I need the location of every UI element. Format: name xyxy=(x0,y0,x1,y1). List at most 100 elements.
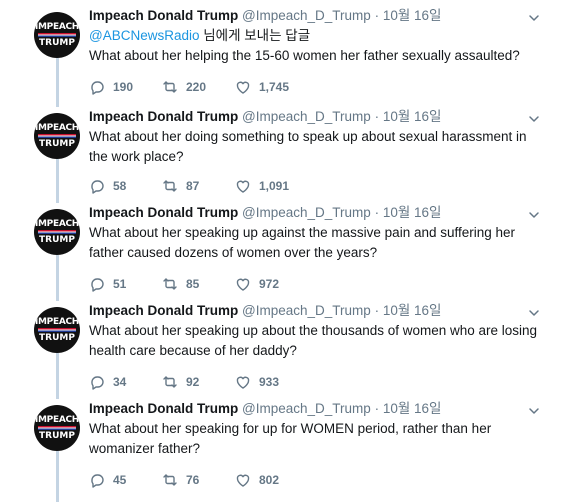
avatar-text-bottom: TRUMP xyxy=(39,38,75,48)
tweet-date[interactable]: 10월 16일 xyxy=(383,8,442,23)
avatar[interactable]: IMPEACH TRUMP xyxy=(34,209,80,255)
author-handle[interactable]: @Impeach_D_Trump xyxy=(242,205,371,220)
retweet-icon[interactable] xyxy=(162,276,178,292)
tweet-thread: IMPEACH TRUMP Impeach Donald Trump @Impeac… xyxy=(0,0,580,502)
retweet-button[interactable]: 87 xyxy=(162,178,235,194)
heart-icon[interactable] xyxy=(235,79,251,95)
avatar[interactable]: IMPEACH TRUMP xyxy=(34,405,80,451)
tweet-header: Impeach Donald Trump @Impeach_D_Trump · … xyxy=(89,301,540,321)
retweet-icon[interactable] xyxy=(162,178,178,194)
tweet-date[interactable]: 10월 16일 xyxy=(383,401,442,416)
like-count: 972 xyxy=(259,277,280,291)
retweet-icon[interactable] xyxy=(162,472,178,488)
reply-button[interactable]: 34 xyxy=(89,374,162,390)
like-count: 1,745 xyxy=(259,80,290,94)
tweet-header: Impeach Donald Trump @Impeach_D_Trump · … xyxy=(89,203,540,223)
tweet-date[interactable]: 10월 16일 xyxy=(383,303,442,318)
retweet-button[interactable]: 85 xyxy=(162,276,235,292)
author-handle[interactable]: @Impeach_D_Trump xyxy=(242,303,371,318)
retweet-count: 87 xyxy=(186,179,200,193)
author-name[interactable]: Impeach Donald Trump xyxy=(89,205,238,220)
reply-count: 51 xyxy=(113,277,127,291)
heart-icon[interactable] xyxy=(235,276,251,292)
author-name[interactable]: Impeach Donald Trump xyxy=(89,8,238,23)
tweet-text-line: What about her doing something to speak … xyxy=(89,129,527,144)
reply-icon[interactable] xyxy=(89,472,105,488)
reply-button[interactable]: 190 xyxy=(89,79,162,95)
tweet-text-line: the work place? xyxy=(89,149,184,164)
mention-link[interactable]: @ABCNewsRadio xyxy=(89,28,200,43)
retweet-button[interactable]: 220 xyxy=(162,79,235,95)
retweet-icon[interactable] xyxy=(162,374,178,390)
like-button[interactable]: 933 xyxy=(235,374,308,390)
heart-icon[interactable] xyxy=(235,178,251,194)
retweet-count: 220 xyxy=(186,80,207,94)
tweet-text-line: What about her helping the 15-60 women h… xyxy=(89,48,520,63)
author-handle[interactable]: @Impeach_D_Trump xyxy=(242,8,371,23)
reply-context: @ABCNewsRadio 님에게 보내는 답글 xyxy=(89,26,540,46)
reply-button[interactable]: 45 xyxy=(89,472,162,488)
separator-dot: · xyxy=(370,303,383,318)
reply-icon[interactable] xyxy=(89,374,105,390)
retweet-count: 85 xyxy=(186,277,200,291)
avatar[interactable]: IMPEACH TRUMP xyxy=(34,113,80,159)
tweet-text: What about her speaking up about the tho… xyxy=(89,321,540,361)
tweet-date[interactable]: 10월 16일 xyxy=(383,109,442,124)
tweet-header: Impeach Donald Trump @Impeach_D_Trump · … xyxy=(89,399,540,419)
tweet-content: Impeach Donald Trump @Impeach_D_Trump · … xyxy=(89,301,540,361)
tweet-header: Impeach Donald Trump @Impeach_D_Trump · … xyxy=(89,6,540,26)
reply-button[interactable]: 58 xyxy=(89,178,162,194)
author-handle[interactable]: @Impeach_D_Trump xyxy=(242,401,371,416)
chevron-down-icon[interactable] xyxy=(526,305,542,321)
like-button[interactable]: 1,091 xyxy=(235,178,308,194)
retweet-button[interactable]: 92 xyxy=(162,374,235,390)
reply-icon[interactable] xyxy=(89,276,105,292)
heart-icon[interactable] xyxy=(235,374,251,390)
author-name[interactable]: Impeach Donald Trump xyxy=(89,109,238,124)
reply-icon[interactable] xyxy=(89,178,105,194)
chevron-down-icon[interactable] xyxy=(526,207,542,223)
avatar-text-bottom: TRUMP xyxy=(39,235,75,245)
tweet-actions: 58 87 1,091 xyxy=(89,178,308,194)
avatar-flag-stripe xyxy=(38,426,76,430)
chevron-down-icon[interactable] xyxy=(526,111,542,127)
tweet-text-line: father caused dozens of women over the y… xyxy=(89,245,378,260)
tweet-content: Impeach Donald Trump @Impeach_D_Trump · … xyxy=(89,399,540,459)
avatar-flag-stripe xyxy=(38,230,76,234)
reply-count: 190 xyxy=(113,80,134,94)
tweet-content: Impeach Donald Trump @Impeach_D_Trump · … xyxy=(89,203,540,263)
avatar-text-bottom: TRUMP xyxy=(39,431,75,441)
reply-button[interactable]: 51 xyxy=(89,276,162,292)
heart-icon[interactable] xyxy=(235,472,251,488)
like-button[interactable]: 802 xyxy=(235,472,308,488)
like-button[interactable]: 972 xyxy=(235,276,308,292)
reply-count: 45 xyxy=(113,473,127,487)
like-count: 933 xyxy=(259,375,280,389)
avatar-text-top: IMPEACH xyxy=(34,219,80,229)
tweet-text-line: What about her speaking for up for WOMEN… xyxy=(89,421,492,436)
chevron-down-icon[interactable] xyxy=(526,403,542,419)
tweet-actions: 34 92 933 xyxy=(89,374,308,390)
tweet-actions: 51 85 972 xyxy=(89,276,308,292)
avatar-flag-stripe xyxy=(38,134,76,138)
tweet-date[interactable]: 10월 16일 xyxy=(383,205,442,220)
tweet-content: Impeach Donald Trump @Impeach_D_Trump · … xyxy=(89,6,540,66)
tweet-text-line: health care because of her daddy? xyxy=(89,343,297,358)
author-name[interactable]: Impeach Donald Trump xyxy=(89,401,238,416)
author-name[interactable]: Impeach Donald Trump xyxy=(89,303,238,318)
retweet-count: 92 xyxy=(186,375,200,389)
reply-count: 58 xyxy=(113,179,127,193)
reply-icon[interactable] xyxy=(89,79,105,95)
like-button[interactable]: 1,745 xyxy=(235,79,308,95)
author-handle[interactable]: @Impeach_D_Trump xyxy=(242,109,371,124)
separator-dot: · xyxy=(370,205,383,220)
tweet-text: What about her speaking for up for WOMEN… xyxy=(89,419,540,459)
retweet-button[interactable]: 76 xyxy=(162,472,235,488)
chevron-down-icon[interactable] xyxy=(526,10,542,26)
avatar[interactable]: IMPEACH TRUMP xyxy=(34,307,80,353)
avatar[interactable]: IMPEACH TRUMP xyxy=(34,12,80,58)
tweet-text-line: What about her speaking up against the m… xyxy=(89,225,516,240)
retweet-icon[interactable] xyxy=(162,79,178,95)
retweet-count: 76 xyxy=(186,473,200,487)
avatar-text-top: IMPEACH xyxy=(34,123,80,133)
